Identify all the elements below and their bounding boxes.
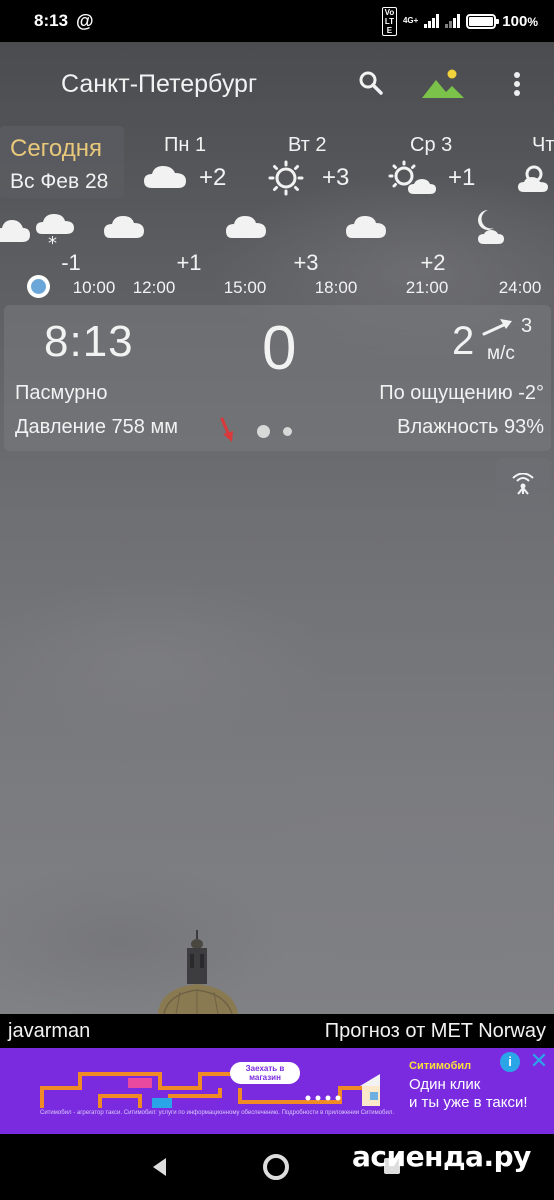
today-title: Сегодня [10, 135, 102, 162]
overflow-menu-button[interactable] [505, 68, 529, 100]
tab-day-tue[interactable]: Вт 2 +3 [268, 126, 368, 198]
sun-cloud-icon [388, 160, 436, 194]
now-indicator [27, 275, 50, 298]
current-conditions-panel[interactable]: 8:13 0 2 3 м/с Пасмурно По ощущению -2° … [4, 305, 551, 451]
day-label: Вт 2 [288, 134, 327, 156]
cloud-icon [0, 220, 30, 242]
ad-info-icon[interactable]: i [500, 1052, 520, 1072]
pressure: Давление 758 мм [15, 416, 178, 438]
cloud-icon [346, 216, 386, 238]
ad-brand: Ситимобил [409, 1060, 472, 1072]
home-icon[interactable] [263, 1154, 289, 1180]
wind-speed: 2 [452, 319, 475, 363]
day-label: Чт [532, 134, 554, 156]
day-temp: +1 [448, 164, 476, 191]
day-temp: +2 [199, 164, 227, 191]
pressure-trend-icon [220, 417, 233, 442]
hour-temp: +3 [293, 250, 319, 275]
wind-unit: м/с [487, 343, 515, 364]
app-header: Санкт-Петербург [0, 42, 554, 127]
battery-unit: % [527, 14, 538, 29]
hour-temp: +1 [176, 250, 202, 275]
feels-like: По ощущению -2° [379, 382, 544, 404]
status-time: 8:13 [34, 11, 69, 30]
sun-icon [268, 160, 304, 196]
day-label: Пн 1 [164, 134, 207, 156]
hour-temp: -1 [61, 250, 81, 275]
page-dot-active [257, 425, 270, 438]
city-title[interactable]: Санкт-Петербург [61, 70, 257, 99]
radar-button[interactable] [496, 458, 550, 510]
cloud-icon [226, 216, 266, 238]
forecast-source[interactable]: Прогноз от MET Norway [325, 1020, 546, 1043]
page-indicator[interactable] [257, 425, 292, 438]
ad-text: Один клик и ты уже в такси! [409, 1076, 528, 1112]
photo-author[interactable]: javarman [8, 1020, 90, 1043]
status-right: Vo LTE 4G+ 100% [381, 6, 538, 36]
moon-cloud-icon [478, 210, 504, 244]
back-icon[interactable] [150, 1156, 170, 1178]
watermark-logo: асиенда.ру [352, 1140, 531, 1173]
hour-temp: +2 [420, 250, 446, 275]
today-date: Вс Фев 28 [10, 170, 109, 193]
more-vert-icon [514, 72, 520, 78]
status-bar: 8:13 @ Vo LTE 4G+ 100% [0, 0, 554, 42]
signal-icon [424, 14, 440, 28]
cloud-icon [144, 166, 186, 188]
ad-text-line1: Один клик [409, 1076, 481, 1093]
search-icon [359, 71, 383, 95]
tab-day-wed[interactable]: Ср 3 +1 [388, 126, 488, 198]
signal-icon-2 [445, 14, 461, 28]
screen: 8:13 @ Vo LTE 4G+ 100% Санкт-Петербург С… [0, 0, 554, 1200]
sun-cloud-icon [518, 165, 548, 192]
ad-maze-graphic [40, 1072, 380, 1108]
photo-credits-bar: javarman Прогноз от MET Norway [0, 1014, 554, 1048]
tab-day-thu[interactable]: Чт [516, 126, 554, 198]
tab-today[interactable]: Сегодня Вс Фев 28 [0, 126, 124, 198]
wind-direction-icon [482, 319, 512, 336]
day-label: Ср 3 [410, 134, 453, 156]
hour-time: 24:00 [498, 278, 542, 297]
ad-close-icon[interactable]: ✕ [528, 1050, 550, 1072]
ad-disclaimer: Ситимобил - агрегатор такси. Ситимобил: … [40, 1110, 394, 1116]
tab-day-mon[interactable]: Пн 1 +2 [140, 126, 240, 198]
at-icon: @ [76, 10, 94, 31]
status-left: 8:13 @ [34, 11, 94, 32]
day-temp: +3 [322, 164, 350, 191]
ad-banner[interactable]: Заехать в магазин Ситимобил Один клик и … [0, 1048, 554, 1134]
hour-time: 21:00 [405, 278, 449, 297]
cathedral-dome-image [158, 930, 238, 1014]
svg-text:*: * [48, 233, 57, 252]
current-time: 8:13 [44, 317, 134, 366]
day-tabs: Сегодня Вс Фев 28 Пн 1 +2 Вт 2 +3 Ср 3 +… [0, 126, 554, 200]
battery-icon [466, 13, 500, 29]
page-dot [283, 427, 292, 436]
background-button[interactable] [420, 68, 466, 100]
search-button[interactable] [356, 68, 386, 98]
ad-bubble: Заехать в магазин [230, 1062, 300, 1084]
hour-time: 18:00 [314, 278, 358, 297]
hour-time: 10:00 [72, 278, 116, 297]
condition-text: Пасмурно [15, 382, 108, 404]
battery-level: 100% [502, 13, 538, 30]
humidity: Влажность 93% [397, 416, 544, 438]
battery-percent: 100 [502, 12, 528, 30]
landscape-icon [422, 69, 464, 98]
snow-cloud-icon: * [36, 214, 74, 252]
volte-icon: Vo LTE [381, 6, 397, 36]
hour-time: 12:00 [132, 278, 176, 297]
hourly-forecast[interactable]: * -1 +1 +3 +2 10:00 12:00 15:00 18:00 21… [0, 200, 554, 300]
wind-gust: 3 [521, 315, 533, 337]
radar-icon [512, 473, 534, 495]
current-temperature: 0 [262, 314, 297, 383]
cloud-icon [104, 216, 144, 238]
network-type: 4G+ [402, 16, 419, 25]
hour-time: 15:00 [223, 278, 267, 297]
